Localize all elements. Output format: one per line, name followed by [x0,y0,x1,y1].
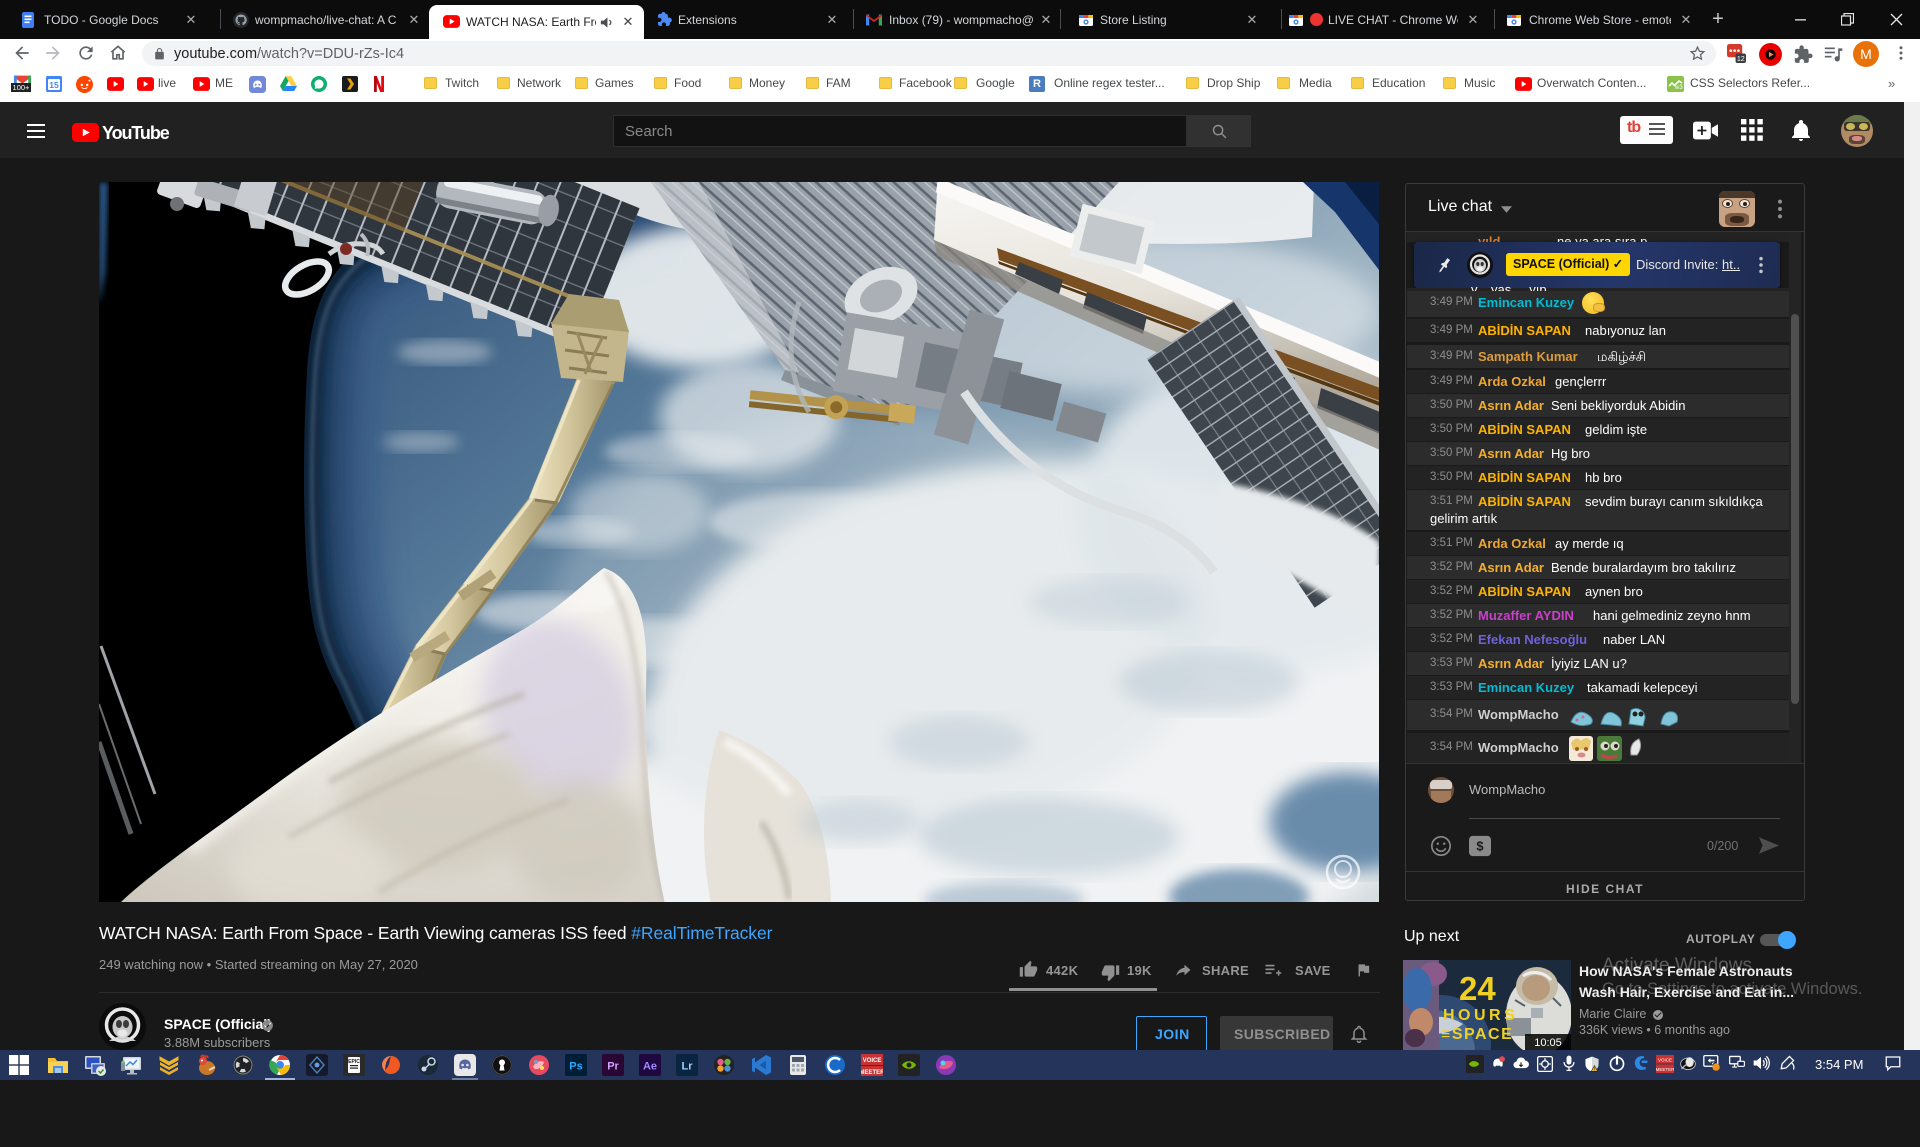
svg-text:MEETER: MEETER [861,1070,883,1076]
svg-text:Lr: Lr [682,1061,694,1073]
svg-text:VOICE: VOICE [1658,1058,1672,1063]
svg-text:10:05: 10:05 [1534,1037,1562,1049]
svg-text:≡SPACE: ≡SPACE [1441,1026,1513,1043]
svg-text:15: 15 [49,80,59,90]
svg-text:!: ! [1594,1067,1595,1072]
svg-text:$: $ [1476,839,1483,854]
svg-text:Ps: Ps [569,1061,582,1073]
svg-text:24: 24 [1459,970,1496,1007]
svg-text:HOURS: HOURS [1443,1007,1518,1024]
svg-text:EPIC: EPIC [348,1059,360,1065]
svg-text:MEETER: MEETER [1656,1067,1674,1072]
svg-text:12: 12 [1737,55,1745,63]
svg-text:VOICE: VOICE [863,1058,882,1064]
svg-text:w3: w3 [1674,85,1683,91]
svg-text:Pr: Pr [607,1061,619,1073]
svg-text:Ae: Ae [643,1061,657,1073]
